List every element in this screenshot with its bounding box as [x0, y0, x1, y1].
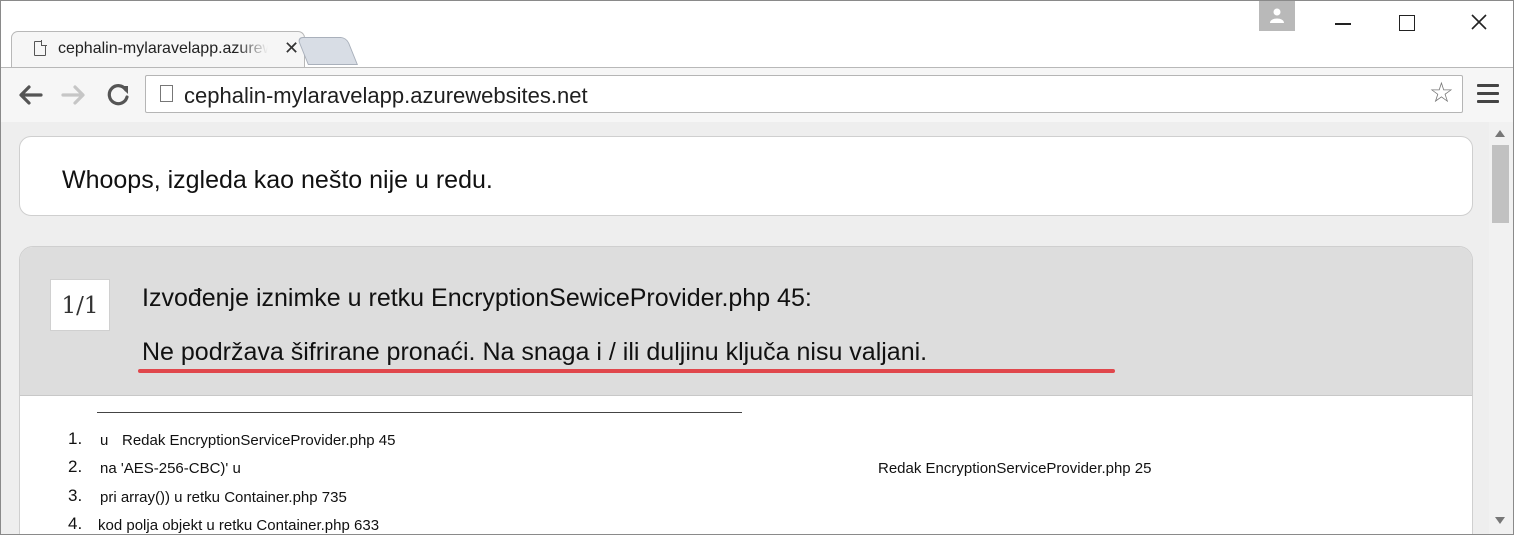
- person-icon: [1270, 8, 1284, 23]
- bookmark-star-icon[interactable]: ☆: [1429, 78, 1454, 108]
- menu-bar-icon: [1477, 100, 1499, 103]
- divider: [97, 412, 742, 413]
- page-content: Whoops, izgleda kao nešto nije u redu. 1…: [1, 122, 1489, 534]
- frame-prefix: u: [100, 432, 109, 449]
- exception-counter: 1/1: [50, 279, 110, 331]
- frame-number: 1.: [68, 429, 83, 448]
- profile-button[interactable]: [1259, 1, 1295, 31]
- vertical-scrollbar[interactable]: [1489, 122, 1513, 534]
- whoops-banner: Whoops, izgleda kao nešto nije u redu.: [19, 136, 1473, 216]
- address-bar[interactable]: cephalin-mylaravelapp.azurewebsites.net …: [145, 75, 1463, 113]
- minimize-button[interactable]: [1329, 7, 1369, 37]
- stack-frame[interactable]: 1. u Redak EncryptionServiceProvider.php…: [20, 429, 1472, 457]
- close-window-button[interactable]: [1467, 7, 1507, 37]
- forward-button[interactable]: [59, 80, 89, 110]
- frame-prefix: na 'AES-256-CBC)' u: [100, 460, 241, 477]
- reload-icon: [107, 84, 129, 106]
- tab-close-button[interactable]: ✕: [284, 38, 299, 59]
- highlight-underline: [138, 369, 1115, 373]
- stack-frame[interactable]: 3. pri array()) u retku Container.php 73…: [20, 486, 1472, 514]
- scroll-up-arrow-icon[interactable]: [1495, 130, 1505, 137]
- close-icon: [1471, 14, 1487, 30]
- stack-frame[interactable]: 2. na 'AES-256-CBC)' u Redak EncryptionS…: [20, 457, 1472, 485]
- url-text[interactable]: cephalin-mylaravelapp.azurewebsites.net: [184, 83, 588, 109]
- tab-strip: cephalin-mylaravelapp.azurewebsites.net …: [1, 1, 1513, 68]
- exception-panel: 1/1 Izvođenje iznimke u retku Encryption…: [19, 246, 1473, 534]
- frame-number: 3.: [68, 486, 83, 505]
- frame-prefix: kod polja objekt u retku Container.php 6…: [98, 517, 380, 534]
- menu-bar-icon: [1477, 92, 1499, 95]
- frame-number: 4.: [68, 514, 83, 533]
- reload-button[interactable]: [103, 80, 133, 110]
- stack-frame[interactable]: 4. kod polja objekt u retku Container.ph…: [20, 514, 1472, 534]
- forward-arrow-icon: [61, 85, 85, 105]
- browser-menu-button[interactable]: [1477, 84, 1499, 104]
- maximize-button[interactable]: [1399, 7, 1439, 37]
- toolbar: cephalin-mylaravelapp.azurewebsites.net …: [1, 67, 1513, 123]
- scrollbar-thumb[interactable]: [1492, 145, 1509, 223]
- menu-bar-icon: [1477, 84, 1499, 87]
- frame-text: Redak EncryptionServiceProvider.php 45: [122, 432, 396, 449]
- frame-number: 2.: [68, 457, 83, 476]
- back-arrow-icon: [19, 85, 43, 105]
- frame-prefix: pri array()) u retku Container.php 735: [100, 489, 347, 506]
- browser-window: cephalin-mylaravelapp.azurewebsites.net …: [0, 0, 1514, 535]
- whoops-headline: Whoops, izgleda kao nešto nije u redu.: [62, 166, 493, 194]
- new-tab-button[interactable]: [296, 37, 358, 65]
- page-icon: [160, 85, 173, 102]
- exception-message: Ne podržava šifrirane pronaći. Na snaga …: [142, 338, 928, 366]
- scroll-down-arrow-icon[interactable]: [1495, 517, 1505, 524]
- exception-title: Izvođenje iznimke u retku EncryptionSewi…: [142, 284, 812, 312]
- frame-location: Redak EncryptionServiceProvider.php 25: [878, 460, 1152, 477]
- back-button[interactable]: [15, 80, 45, 110]
- exception-header: 1/1 Izvođenje iznimke u retku Encryption…: [20, 247, 1472, 396]
- browser-tab[interactable]: cephalin-mylaravelapp.azurewebsites.net …: [11, 31, 305, 68]
- tab-title: cephalin-mylaravelapp.azurewebsites.net: [58, 40, 268, 57]
- page-icon: [34, 40, 47, 56]
